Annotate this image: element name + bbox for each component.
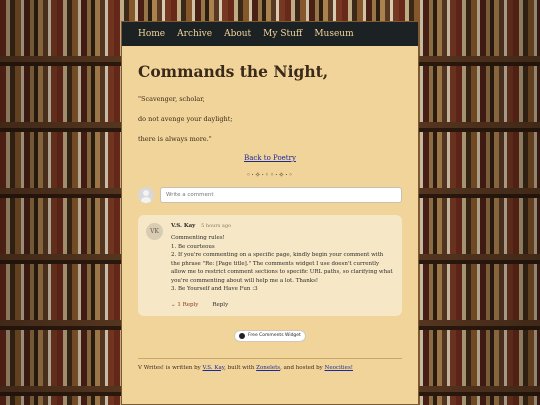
footer-author-link[interactable]: V.S. Kay [203,365,225,371]
widget-label: Free Comments Widget [248,333,301,338]
replies-count: 1 Reply [177,301,199,308]
widget-logo-icon [239,332,246,339]
footer-neocities-link[interactable]: Neocities! [325,365,353,371]
comment-author[interactable]: V.S. Kay [171,223,195,229]
footer: V Writes! is written by V.S. Kay, built … [138,359,402,371]
show-replies-button[interactable]: ⌄ 1 Reply [171,302,198,308]
comment-line: 3. Be Yourself and Have Fun :3 [171,286,258,292]
background-shade-right [420,0,540,405]
page-container: Home Archive About My Stuff Museum Comma… [121,21,419,405]
footer-text: , and hosted by [280,364,325,371]
comment-input[interactable] [160,187,402,203]
verse-line: "Scavenger, scholar, [138,95,205,103]
nav-about[interactable]: About [224,29,251,39]
ornament-divider: ◦·✧·◦◦·✧·◦ [246,171,294,179]
comment-body: V.S. Kay 5 hours ago Commenting rules! 1… [171,223,394,308]
reply-button[interactable]: Reply [212,302,228,308]
comment-text: Commenting rules! 1. Be courteous 2. If … [171,234,394,294]
top-nav: Home Archive About My Stuff Museum [122,22,418,46]
comment-line: Commenting rules! [171,235,225,241]
anonymous-avatar-icon [138,187,154,203]
nav-museum[interactable]: Museum [314,29,353,39]
chevron-down-icon: ⌄ [171,301,176,308]
back-to-poetry-link[interactable]: Back to Poetry [138,154,402,162]
nav-my-stuff[interactable]: My Stuff [263,29,302,39]
comments-widget-badge[interactable]: Free Comments Widget [234,329,306,342]
comment-line: 1. Be courteous [171,243,215,250]
verse-line: do not avenge your daylight; [138,115,233,123]
comment-line: 2. If you're commenting on a specific pa… [171,252,393,284]
page-title: Commands the Night, [138,62,329,81]
footer-text: V Writes! is written by [138,364,203,371]
main-content: Commands the Night, "Scavenger, scholar,… [122,62,418,371]
footer-zonelets-link[interactable]: Zonelets [256,365,280,371]
poem-verse: "Scavenger, scholar, do not avenge your … [138,94,402,144]
nav-archive[interactable]: Archive [177,29,212,39]
verse-line: there is always more." [138,135,212,143]
nav-home[interactable]: Home [138,29,165,39]
comment-composer [138,187,402,203]
footer-text: , built with [224,364,257,371]
comment-actions: ⌄ 1 Reply Reply [171,302,394,308]
comment-timestamp: 5 hours ago [201,223,232,229]
background-shade-left [0,0,120,405]
comment-header: V.S. Kay 5 hours ago [171,223,394,229]
comment-card: VK V.S. Kay 5 hours ago Commenting rules… [138,215,402,316]
avatar: VK [146,223,163,240]
